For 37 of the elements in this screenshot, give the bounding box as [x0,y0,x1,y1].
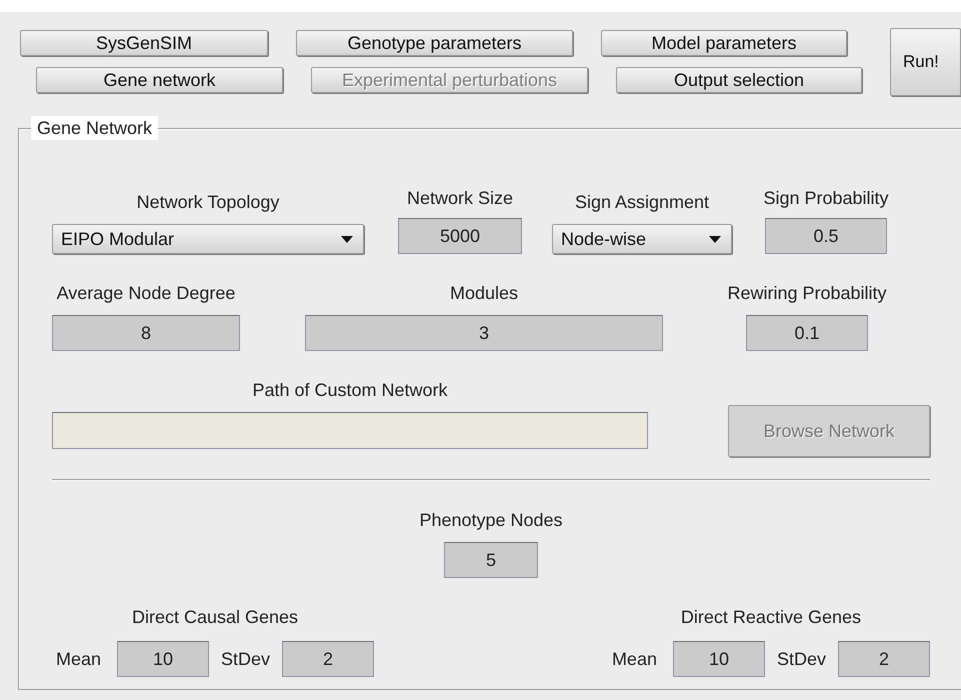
nav-button[interactable]: Genotype parameters [296,30,573,56]
nav-button[interactable]: Gene network [36,67,283,93]
rewiring-probability-field[interactable]: 0.1 [746,315,868,351]
field-label: Network Size [406,187,514,210]
field-label: Network Topology [136,191,280,214]
phenotype-nodes-field[interactable]: 5 [444,542,538,578]
field-label: Average Node Degree [56,282,236,305]
field-label: StDev [221,648,270,670]
sign-probability-field[interactable]: 0.5 [765,218,887,254]
mean-field[interactable]: 10 [672,641,765,677]
field-label: Mean [612,648,657,670]
network-size-field[interactable]: 5000 [398,218,522,254]
nav-button[interactable]: Model parameters [601,30,847,56]
field-label: Direct Causal Genes [132,606,298,629]
run-button[interactable]: Run! [890,28,961,96]
dropdown-arrow-icon [341,236,353,242]
modules-field[interactable]: 3 [305,315,663,351]
dropdown[interactable]: Node-wise [552,224,732,254]
average-degree-field[interactable]: 8 [52,315,240,351]
field-label: Sign Probability [763,187,889,210]
dropdown-arrow-icon [709,236,721,242]
panel-title: Gene Network [31,116,158,140]
field-label: Modules [450,282,518,305]
field-label: Rewiring Probability [727,282,887,305]
nav-button[interactable]: SysGenSIM [20,30,268,56]
stdev-field[interactable]: 2 [838,641,930,677]
field-label: Phenotype Nodes [419,509,563,532]
mean-field[interactable]: 10 [117,641,210,677]
stdev-field[interactable]: 2 [282,641,374,677]
field-label: Direct Reactive Genes [680,606,861,629]
field-label: Sign Assignment [574,191,710,214]
nav-button[interactable]: Output selection [616,67,862,93]
dropdown[interactable]: EIPO Modular [52,224,364,254]
path-field[interactable] [52,412,648,449]
field-label: Path of Custom Network [252,379,448,402]
field-label: StDev [776,648,826,670]
field-label: Mean [56,648,102,670]
